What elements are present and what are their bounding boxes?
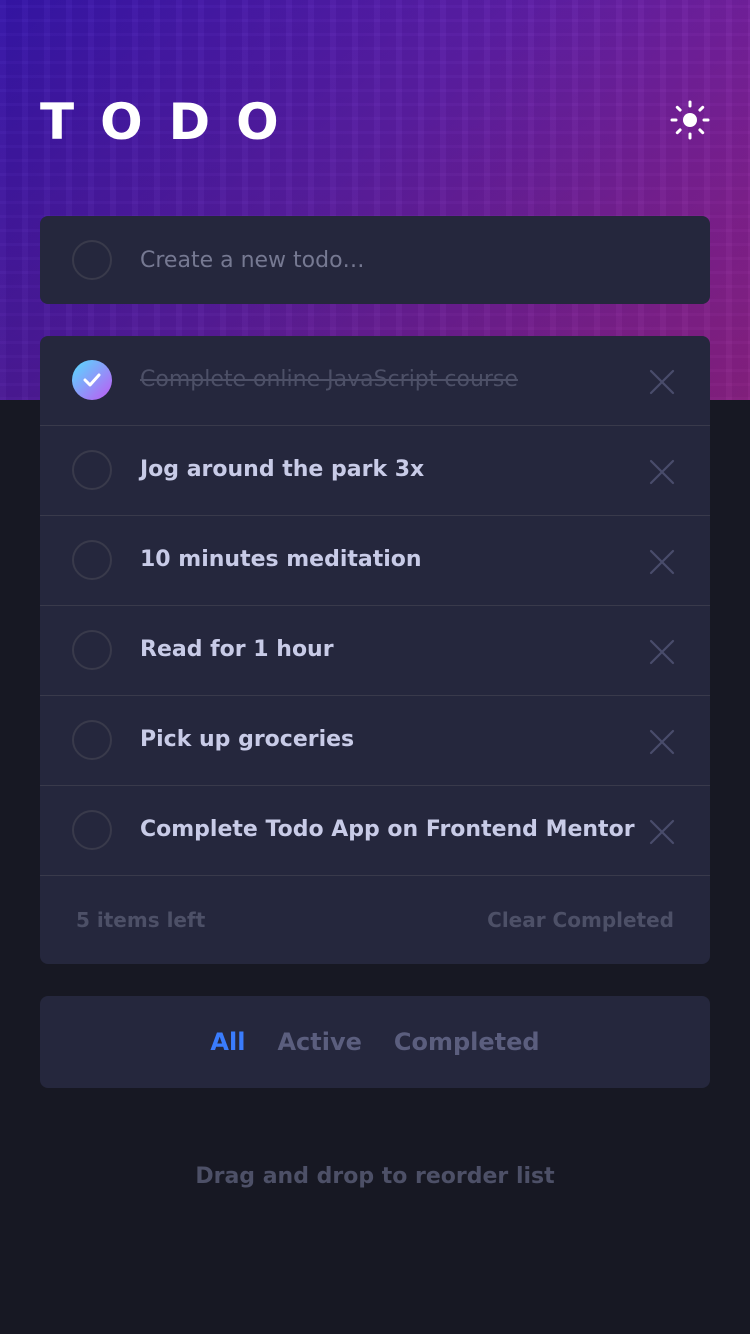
delete-todo-button[interactable]	[644, 544, 680, 580]
filter-active-tab[interactable]: Active	[277, 1028, 361, 1056]
reorder-hint: Drag and drop to reorder list	[195, 1164, 555, 1189]
todo-item[interactable]: 10 minutes meditation	[40, 516, 710, 606]
cross-icon	[649, 819, 675, 845]
todo-checkbox[interactable]	[72, 540, 112, 580]
clear-completed-button[interactable]: Clear Completed	[487, 876, 674, 964]
sun-icon	[670, 100, 710, 140]
cross-icon	[649, 639, 675, 665]
delete-todo-button[interactable]	[644, 724, 680, 760]
theme-toggle-button[interactable]	[668, 98, 712, 142]
cross-icon	[649, 369, 675, 395]
todo-text: Pick up groceries	[140, 727, 355, 752]
todo-text: Read for 1 hour	[140, 637, 334, 662]
filter-all-tab[interactable]: All	[210, 1028, 245, 1056]
todo-list: Complete online JavaScript course Jog ar…	[40, 336, 710, 964]
todo-checkbox[interactable]	[72, 720, 112, 760]
new-todo-card	[40, 216, 710, 304]
todo-text: Complete Todo App on Frontend Mentor	[140, 817, 635, 842]
new-todo-checkbox[interactable]	[72, 240, 112, 280]
todo-item[interactable]: Complete Todo App on Frontend Mentor	[40, 786, 710, 876]
todo-checkbox[interactable]	[72, 810, 112, 850]
todo-checkbox[interactable]	[72, 450, 112, 490]
delete-todo-button[interactable]	[644, 454, 680, 490]
filter-bar: All Active Completed	[40, 996, 710, 1088]
delete-todo-button[interactable]	[644, 364, 680, 400]
todo-text: Jog around the park 3x	[140, 457, 425, 482]
todo-checkbox[interactable]	[72, 630, 112, 670]
list-footer: 5 items left Clear Completed	[40, 876, 710, 964]
cross-icon	[649, 549, 675, 575]
filter-completed-tab[interactable]: Completed	[394, 1028, 540, 1056]
app-title: TODO	[40, 93, 305, 151]
todo-item[interactable]: Read for 1 hour	[40, 606, 710, 696]
todo-checkbox-checked[interactable]	[72, 360, 112, 400]
todo-text: 10 minutes meditation	[140, 547, 422, 572]
cross-icon	[649, 729, 675, 755]
cross-icon	[649, 459, 675, 485]
todo-item[interactable]: Pick up groceries	[40, 696, 710, 786]
todo-item[interactable]: Jog around the park 3x	[40, 426, 710, 516]
items-left-count: 5 items left	[76, 908, 206, 932]
new-todo-input[interactable]	[140, 240, 680, 280]
todo-item[interactable]: Complete online JavaScript course	[40, 336, 710, 426]
delete-todo-button[interactable]	[644, 634, 680, 670]
delete-todo-button[interactable]	[644, 814, 680, 850]
check-icon	[83, 373, 101, 387]
todo-text: Complete online JavaScript course	[140, 367, 518, 392]
